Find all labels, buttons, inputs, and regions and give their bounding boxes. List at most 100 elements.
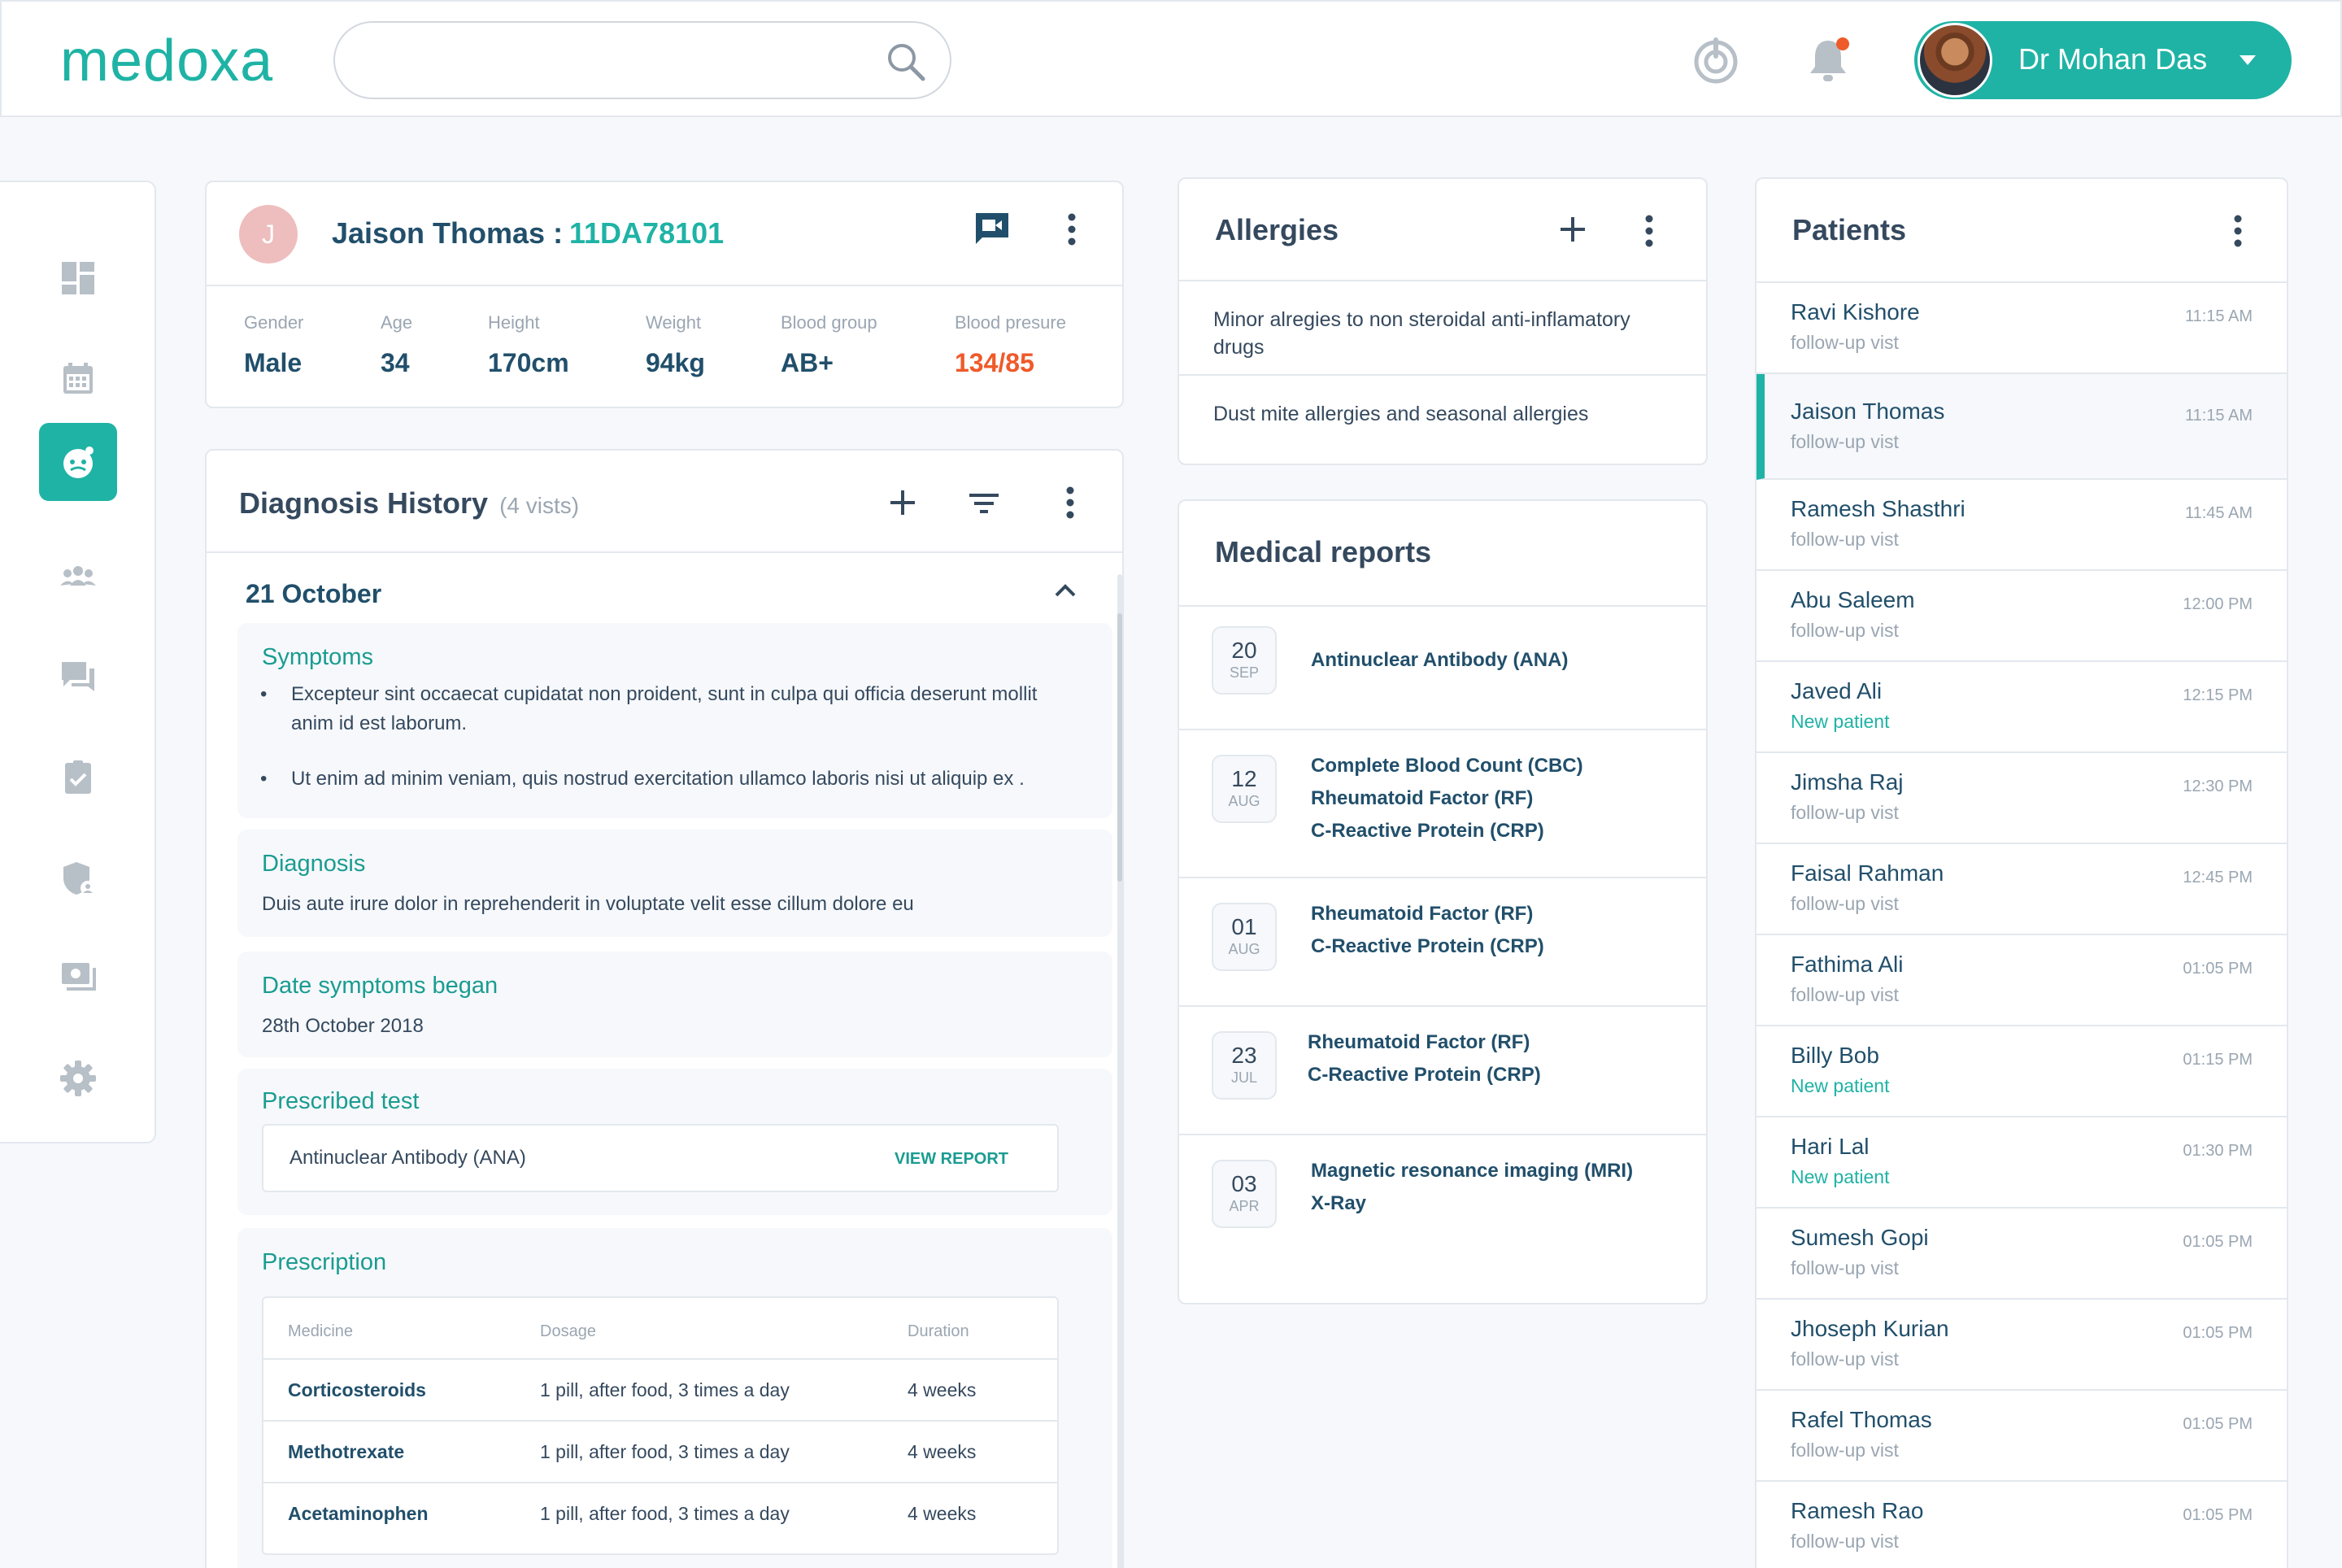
patient-list-item[interactable]: Jhoseph Kurian follow-up vist 01:05 PM [1756,1300,2287,1391]
column-header: Medicine [288,1322,354,1340]
patient-list-item[interactable]: Faisal Rahman follow-up vist 12:45 PM [1756,844,2287,935]
report-link[interactable]: Rheumatoid Factor (RF) [1308,1026,1530,1059]
report-day: 03 [1231,1171,1257,1196]
patient-list-item-selected[interactable]: Jaison Thomas follow-up vist 11:15 AM [1756,374,2287,480]
more-options-icon[interactable] [1065,486,1075,519]
visit-type: New patient [1791,1075,1890,1096]
symptoms-began-date: 28th October 2018 [262,1015,424,1037]
search-input[interactable] [368,39,855,85]
medical-reports-title: Medical reports [1215,535,1432,568]
symptom-item: Excepteur sint occaecat cupidatat non pr… [291,683,1038,734]
table-row-medicine[interactable]: Methotrexate [288,1441,404,1463]
add-icon[interactable] [1558,215,1587,244]
patients-card: Patients Ravi Kishore follow-up vist 11:… [1755,177,2288,1568]
symptoms-began-title: Date symptoms began [262,973,498,999]
appointment-time: 01:05 PM [2183,960,2253,978]
nav-group[interactable] [39,537,117,615]
bullet: • [260,768,268,790]
patient-list-item[interactable]: Ravi Kishore follow-up vist 11:15 AM [1756,283,2287,374]
report-day: 23 [1231,1043,1257,1068]
report-link[interactable]: Complete Blood Count (CBC) [1311,750,1583,782]
search-icon[interactable] [885,41,927,83]
filter-icon[interactable] [968,491,1000,516]
nav-reports[interactable] [39,738,117,817]
calendar-icon [63,363,93,394]
patient-list-item[interactable]: Ramesh Shasthri follow-up vist 11:45 AM [1756,480,2287,571]
patient-name: Fathima Ali [1791,952,1904,977]
prescription-table: Medicine Dosage Duration Corticosteroids… [262,1296,1059,1555]
report-day: 01 [1231,914,1257,939]
patient-list-item[interactable]: Billy Bob New patient 01:15 PM [1756,1026,2287,1117]
nav-insurance[interactable] [39,839,117,917]
user-menu[interactable]: Dr Mohan Das [1914,21,2292,99]
more-options-icon[interactable] [1067,213,1077,246]
report-month: APR [1229,1198,1260,1214]
report-date-badge: 03 APR [1212,1160,1277,1228]
prescription-title: Prescription [262,1249,387,1275]
add-icon[interactable] [888,488,917,517]
nav-patient[interactable] [39,423,117,501]
vital-age: 34 [381,348,410,377]
patient-list-item[interactable]: Ramesh Rao follow-up vist 01:05 PM [1756,1482,2287,1568]
report-link[interactable]: Magnetic resonance imaging (MRI) [1311,1155,1633,1187]
report-link[interactable]: X-Ray [1311,1187,1366,1220]
patient-list-item[interactable]: Javed Ali New patient 12:15 PM [1756,662,2287,753]
more-options-icon[interactable] [2233,215,2243,247]
appointment-time: 01:05 PM [2183,1324,2253,1342]
patient-list-item[interactable]: Rafel Thomas follow-up vist 01:05 PM [1756,1391,2287,1482]
patient-name: Jimsha Raj [1791,769,1904,795]
visit-type: follow-up vist [1791,1348,1899,1370]
appointment-time: 12:15 PM [2183,686,2253,704]
report-link[interactable]: C-Reactive Protein (CRP) [1311,815,1544,847]
power-icon[interactable] [1690,34,1742,86]
nav-calendar[interactable] [39,340,117,418]
report-date-badge: 20 SEP [1212,626,1277,695]
diagnosis-section: Diagnosis Duis aute irure dolor in repre… [237,830,1112,937]
visit-type: follow-up vist [1791,1440,1899,1461]
list-item: Dust mite allergies and seasonal allergi… [1213,403,1589,425]
report-link[interactable]: C-Reactive Protein (CRP) [1311,930,1544,963]
more-options-icon[interactable] [1644,215,1654,247]
report-month: JUL [1230,1069,1257,1086]
scrollbar-thumb[interactable] [1117,613,1122,882]
nav-dashboard[interactable] [39,239,117,317]
logo[interactable]: medoxa [60,24,273,98]
table-row-duration: 4 weeks [908,1441,977,1462]
diagnosis-title: Diagnosis [262,851,366,877]
symptoms-began-section: Date symptoms began 28th October 2018 [237,952,1112,1057]
diagnosis-history-card: Diagnosis History (4 vists) 21 October Sy… [205,449,1124,1568]
patient-list-item[interactable]: Sumesh Gopi follow-up vist 01:05 PM [1756,1209,2287,1300]
patient-list-item[interactable]: Fathima Ali follow-up vist 01:05 PM [1756,935,2287,1026]
view-report-link[interactable]: VIEW REPORT [895,1150,1008,1169]
report-link[interactable]: C-Reactive Protein (CRP) [1308,1059,1541,1091]
table-row-duration: 4 weeks [908,1379,977,1400]
report-link[interactable]: Antinuclear Antibody (ANA) [1311,644,1568,677]
patient-name: Javed Ali [1791,678,1883,703]
video-call-icon[interactable] [974,210,1010,246]
group-icon [60,566,96,586]
search-bar[interactable] [333,21,951,99]
table-row-medicine[interactable]: Acetaminophen [288,1503,429,1525]
table-row-medicine[interactable]: Corticosteroids [288,1379,426,1401]
diagnosis-history-title: Diagnosis History (4 vists) [239,486,579,520]
appointment-time: 01:15 PM [2183,1051,2253,1069]
nav-settings[interactable] [39,1039,117,1117]
patient-name: Rafel Thomas [1791,1407,1932,1432]
appointment-time: 01:30 PM [2183,1142,2253,1160]
patient-list-item[interactable]: Hari Lal New patient 01:30 PM [1756,1117,2287,1209]
column-header: Dosage [540,1322,596,1340]
patient-list-item[interactable]: Abu Saleem follow-up vist 12:00 PM [1756,571,2287,662]
chevron-up-icon[interactable] [1054,582,1077,599]
nav-messages[interactable] [39,638,117,716]
report-link[interactable]: Rheumatoid Factor (RF) [1311,898,1533,930]
patient-list-item[interactable]: Jimsha Raj follow-up vist 12:30 PM [1756,753,2287,844]
avatar [1918,23,1992,98]
report-day: 20 [1231,638,1257,663]
report-link[interactable]: Rheumatoid Factor (RF) [1311,782,1533,815]
table-row-dosage: 1 pill, after food, 3 times a day [540,1379,790,1400]
bell-icon[interactable] [1802,34,1854,86]
chevron-down-icon[interactable] [2238,52,2257,68]
patient-name: Sumesh Gopi [1791,1225,1929,1250]
report-month: AUG [1228,941,1260,957]
nav-monitor[interactable] [39,939,117,1017]
